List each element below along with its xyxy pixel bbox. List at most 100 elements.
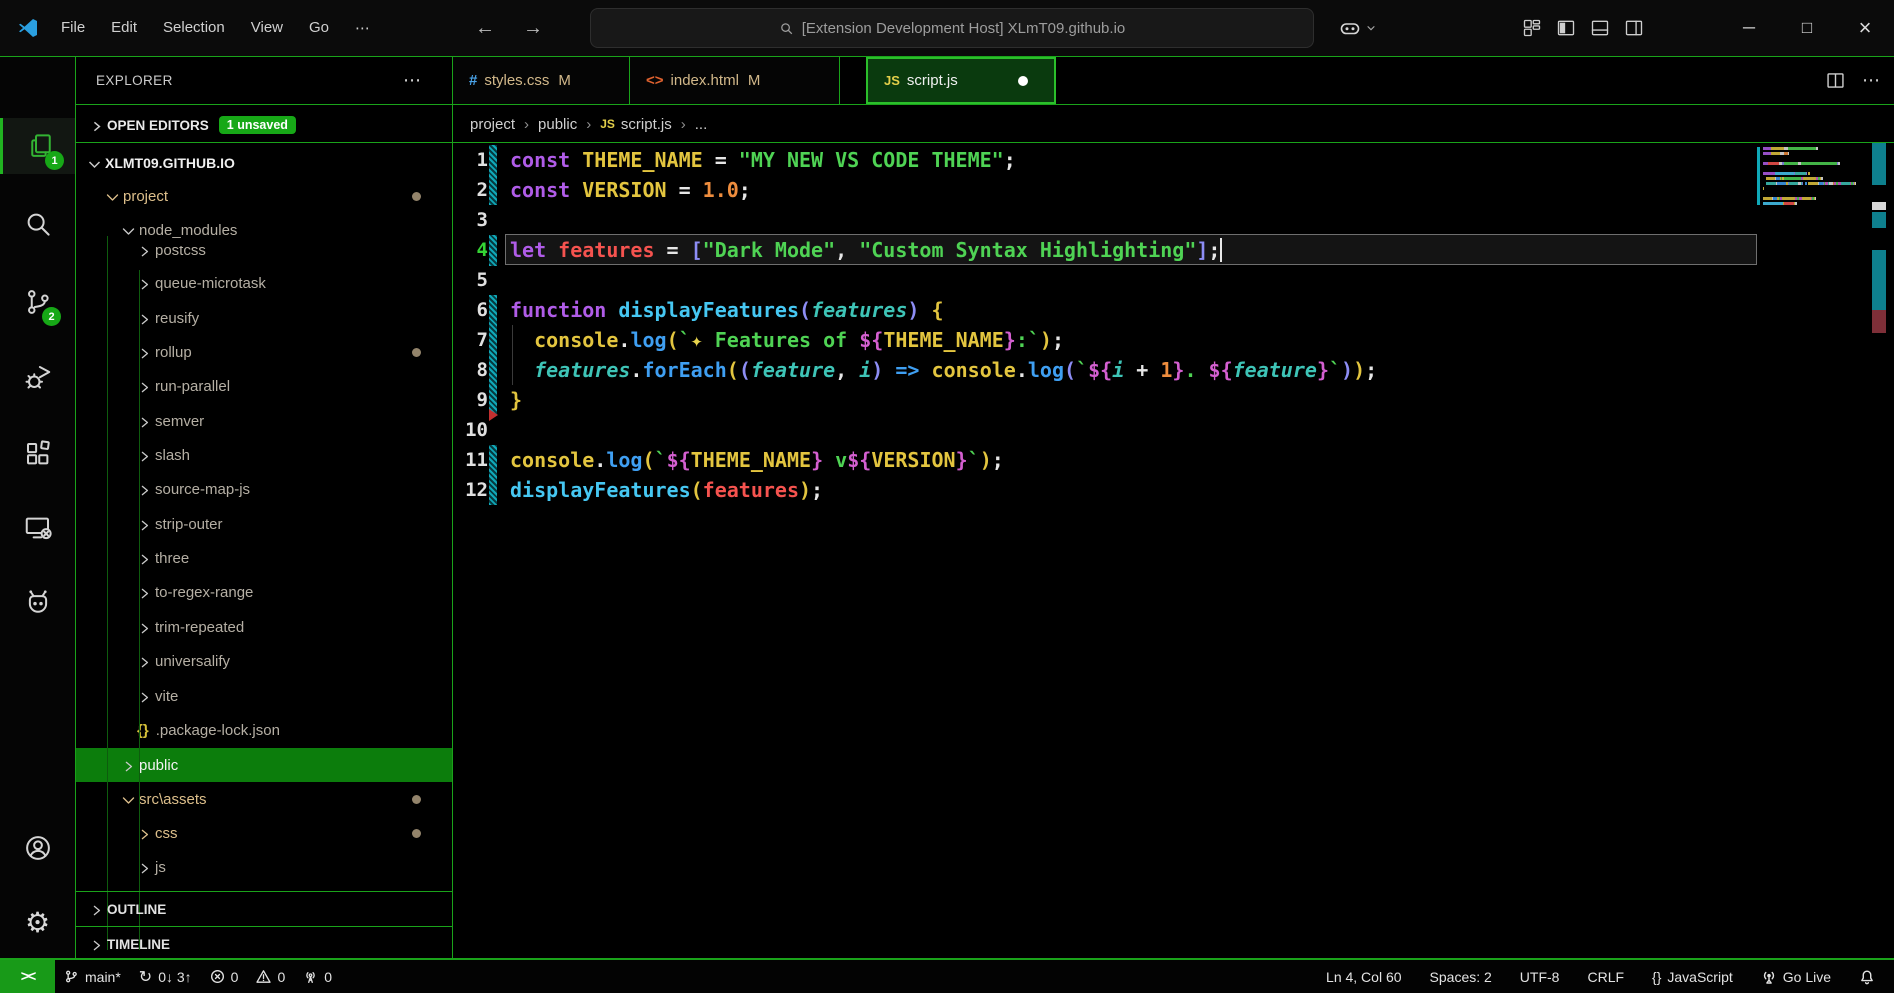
- tree-item-reusify[interactable]: reusify: [75, 301, 453, 335]
- open-editors-section[interactable]: OPEN EDITORS 1 unsaved: [75, 107, 453, 143]
- status-ports[interactable]: 0: [294, 960, 341, 993]
- token-meth: log: [1028, 358, 1064, 382]
- code-line[interactable]: }: [510, 385, 522, 415]
- workspace-root-folder[interactable]: XLMT09.GITHUB.IO: [75, 145, 453, 181]
- tree-item-label: js: [155, 859, 166, 876]
- status-eol[interactable]: CRLF: [1578, 960, 1633, 993]
- toggle-panel-icon[interactable]: [1583, 0, 1617, 56]
- activity-run-debug[interactable]: [0, 350, 75, 406]
- section-timeline[interactable]: TIMELINE: [75, 926, 453, 961]
- menu-file[interactable]: File: [48, 19, 98, 37]
- activity-explorer[interactable]: 1: [0, 118, 78, 174]
- toggle-sidebar-left-icon[interactable]: [1549, 0, 1583, 56]
- copilot-icon: [1338, 16, 1362, 40]
- activity-remote-explorer[interactable]: [0, 500, 75, 556]
- command-center-search[interactable]: [Extension Development Host] XLmT09.gith…: [590, 8, 1314, 48]
- tree-item-strip-outer[interactable]: strip-outer: [75, 507, 453, 541]
- nav-back-arrow[interactable]: ←: [461, 17, 509, 40]
- modified-dot: [412, 829, 421, 838]
- menu-more[interactable]: ⋯: [342, 19, 383, 37]
- toggle-sidebar-right-icon[interactable]: [1617, 0, 1651, 56]
- code-line[interactable]: const VERSION = 1.0;: [510, 175, 751, 205]
- tree-item-label: to-regex-range: [155, 584, 253, 601]
- tree-item-public[interactable]: public: [75, 748, 453, 782]
- menu-edit[interactable]: Edit: [98, 19, 150, 37]
- tab-styles-css[interactable]: #styles.cssM: [453, 57, 630, 104]
- tree-item-queue-microtask[interactable]: queue-microtask: [75, 266, 453, 300]
- code-line[interactable]: let features = ["Dark Mode", "Custom Syn…: [510, 235, 1220, 265]
- tree-item-node-modules[interactable]: node_modules: [75, 213, 453, 247]
- activity-search[interactable]: [0, 196, 75, 252]
- tree-item-slash[interactable]: slash: [75, 438, 453, 472]
- minimap[interactable]: [1757, 145, 1865, 215]
- activity-settings[interactable]: ⚙: [0, 894, 75, 950]
- sidebar-border[interactable]: [452, 56, 453, 958]
- activity-extensions[interactable]: [0, 426, 75, 482]
- tab-label: index.html: [671, 72, 739, 89]
- status-label: Go Live: [1783, 969, 1831, 985]
- css-file-icon: #: [469, 72, 477, 89]
- activity-chat[interactable]: [0, 575, 75, 631]
- tree-item-js[interactable]: js: [75, 850, 453, 884]
- tab-script-js[interactable]: JSscript.js: [866, 57, 1056, 104]
- close-button[interactable]: ×: [1836, 0, 1894, 56]
- tree-item-semver[interactable]: semver: [75, 404, 453, 438]
- editor-more-actions[interactable]: ⋯: [1862, 70, 1880, 91]
- tree-item-source-map-js[interactable]: source-map-js: [75, 472, 453, 506]
- copilot-button[interactable]: [1338, 16, 1376, 40]
- explorer-more-actions[interactable]: ⋯: [403, 70, 421, 91]
- tree-item-rollup[interactable]: rollup: [75, 335, 453, 369]
- activity-source-control[interactable]: 2: [0, 274, 75, 330]
- activity-account[interactable]: [0, 820, 75, 876]
- status-encoding[interactable]: UTF-8: [1511, 960, 1569, 993]
- breadcrumb-item-project[interactable]: project: [470, 116, 515, 133]
- code-line[interactable]: features.forEach((feature, i) => console…: [510, 355, 1377, 385]
- token-param: i: [859, 358, 871, 382]
- tree-item-project[interactable]: project: [75, 179, 453, 213]
- tree-item-trim-repeated[interactable]: trim-repeated: [75, 610, 453, 644]
- tree-item-label: rollup: [155, 344, 192, 361]
- status-sync-changes[interactable]: ↻0↓ 3↑: [130, 960, 201, 993]
- breadcrumb-item-public[interactable]: public: [538, 116, 577, 133]
- status-cursor-position[interactable]: Ln 4, Col 60: [1317, 960, 1411, 993]
- tree-item-run-parallel[interactable]: run-parallel: [75, 369, 453, 403]
- status-language-mode[interactable]: {}JavaScript: [1643, 960, 1742, 993]
- token-plain: ;: [1365, 358, 1377, 382]
- code-line[interactable]: console.log(`${THEME_NAME} v${VERSION}`)…: [510, 445, 1004, 475]
- tree-item-universalify[interactable]: universalify: [75, 644, 453, 678]
- section-outline[interactable]: OUTLINE: [75, 891, 453, 926]
- tree-item-three[interactable]: three: [75, 541, 453, 575]
- unsaved-dot[interactable]: [1018, 76, 1028, 86]
- code-line[interactable]: displayFeatures(features);: [510, 475, 823, 505]
- split-editor-icon[interactable]: [1825, 70, 1846, 91]
- nav-forward-arrow[interactable]: →: [509, 17, 557, 40]
- breadcrumb-item-[interactable]: ...: [695, 116, 708, 133]
- code-line[interactable]: const THEME_NAME = "MY NEW VS CODE THEME…: [510, 145, 1016, 175]
- maximize-button[interactable]: □: [1778, 0, 1836, 56]
- tree-item-vite[interactable]: vite: [75, 679, 453, 713]
- code-line[interactable]: console.log(`✦ Features of ${THEME_NAME}…: [510, 325, 1064, 355]
- status-git-branch[interactable]: main*: [55, 960, 130, 993]
- breadcrumb-item-scriptjs[interactable]: JSscript.js: [600, 116, 672, 133]
- menu-selection[interactable]: Selection: [150, 19, 238, 37]
- status-remote-indicator[interactable]: ><: [0, 960, 55, 993]
- menu-view[interactable]: View: [238, 19, 296, 37]
- status-indentation[interactable]: Spaces: 2: [1421, 960, 1501, 993]
- tree-item-to-regex-range[interactable]: to-regex-range: [75, 575, 453, 609]
- status-go-live[interactable]: Go Live: [1752, 960, 1840, 993]
- status-warnings[interactable]: 0: [247, 960, 294, 993]
- tab-index-html[interactable]: <>index.htmlM: [630, 57, 840, 104]
- token-plain: .: [630, 358, 642, 382]
- menu-go[interactable]: Go: [296, 19, 342, 37]
- code-line[interactable]: function displayFeatures(features) {: [510, 295, 944, 325]
- ruler-decoration: [1872, 310, 1886, 333]
- vscode-logo-icon: [16, 16, 40, 45]
- status-notifications[interactable]: [1850, 960, 1884, 993]
- section-label: OUTLINE: [107, 902, 166, 917]
- tree-item-css[interactable]: css: [75, 816, 453, 850]
- customize-layout-icon[interactable]: [1515, 0, 1549, 56]
- status-errors[interactable]: 0: [201, 960, 248, 993]
- minimize-button[interactable]: ─: [1720, 0, 1778, 56]
- tree-item--package-lock-json[interactable]: {}.package-lock.json: [75, 713, 453, 747]
- tree-item-src-assets[interactable]: src\assets: [75, 782, 453, 816]
